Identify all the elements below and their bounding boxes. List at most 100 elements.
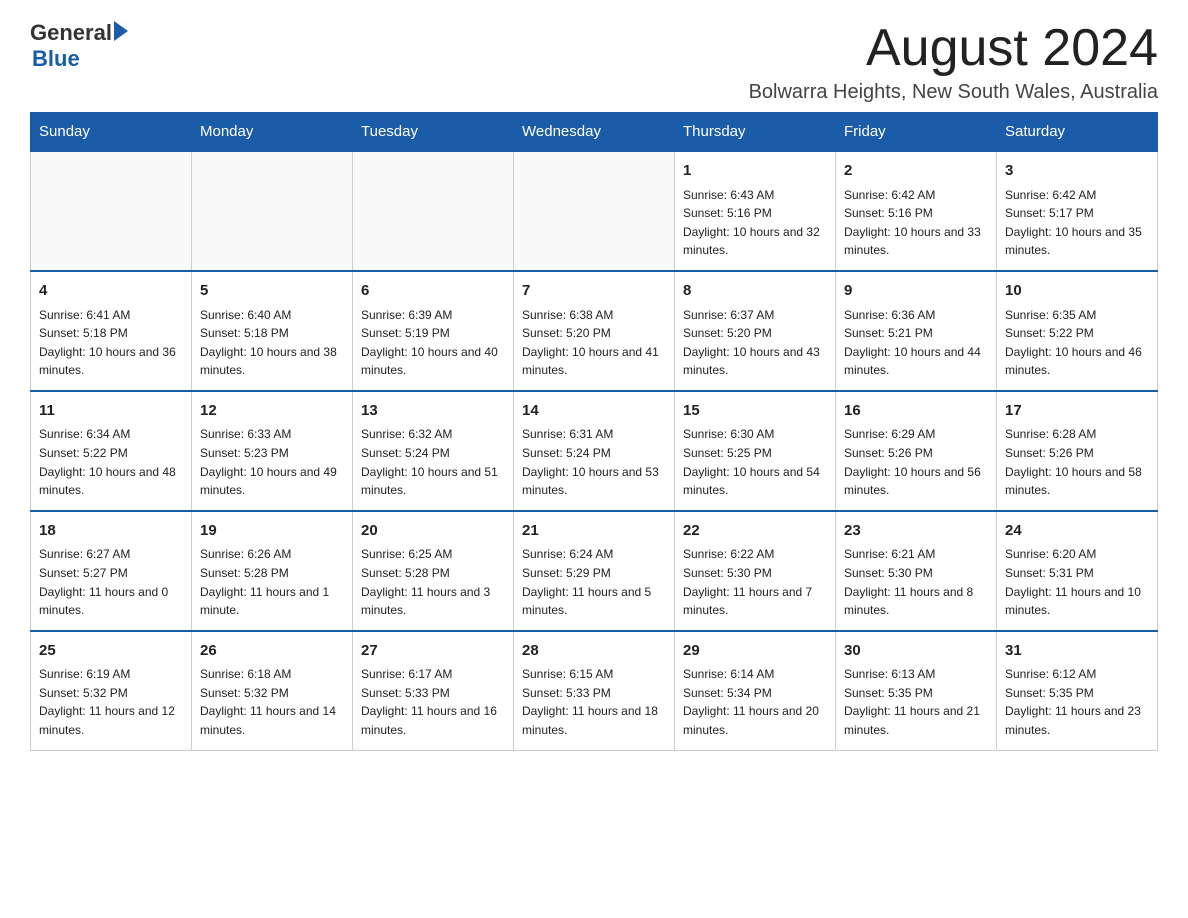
calendar-cell: 6 Sunrise: 6:39 AMSunset: 5:19 PMDaylight… (353, 271, 514, 391)
logo: General Blue (30, 20, 128, 72)
day-info: Sunrise: 6:22 AMSunset: 5:30 PMDaylight:… (683, 545, 827, 619)
day-info: Sunrise: 6:32 AMSunset: 5:24 PMDaylight:… (361, 425, 505, 499)
day-info: Sunrise: 6:13 AMSunset: 5:35 PMDaylight:… (844, 665, 988, 739)
calendar-cell: 29Sunrise: 6:14 AMSunset: 5:34 PMDayligh… (675, 631, 836, 750)
calendar-header-saturday: Saturday (997, 113, 1158, 152)
day-info: Sunrise: 6:12 AMSunset: 5:35 PMDaylight:… (1005, 665, 1149, 739)
calendar-cell: 27Sunrise: 6:17 AMSunset: 5:33 PMDayligh… (353, 631, 514, 750)
calendar-cell: 3 Sunrise: 6:42 AMSunset: 5:17 PMDaylight… (997, 151, 1158, 271)
calendar-cell: 25Sunrise: 6:19 AMSunset: 5:32 PMDayligh… (31, 631, 192, 750)
calendar-cell: 21Sunrise: 6:24 AMSunset: 5:29 PMDayligh… (514, 511, 675, 631)
calendar-cell: 20Sunrise: 6:25 AMSunset: 5:28 PMDayligh… (353, 511, 514, 631)
calendar-cell: 23Sunrise: 6:21 AMSunset: 5:30 PMDayligh… (836, 511, 997, 631)
calendar-cell: 10 Sunrise: 6:35 AMSunset: 5:22 PMDayligh… (997, 271, 1158, 391)
day-info: Sunrise: 6:34 AMSunset: 5:22 PMDaylight:… (39, 425, 183, 499)
day-number: 27 (361, 640, 505, 663)
day-info: Sunrise: 6:25 AMSunset: 5:28 PMDaylight:… (361, 545, 505, 619)
day-info: Sunrise: 6:42 AMSunset: 5:16 PMDaylight:… (844, 186, 988, 260)
day-number: 30 (844, 640, 988, 663)
calendar-header-monday: Monday (192, 113, 353, 152)
day-number: 14 (522, 400, 666, 423)
calendar-cell: 31Sunrise: 6:12 AMSunset: 5:35 PMDayligh… (997, 631, 1158, 750)
day-number: 1 (683, 160, 827, 183)
day-info: Sunrise: 6:31 AMSunset: 5:24 PMDaylight:… (522, 425, 666, 499)
location-title: Bolwarra Heights, New South Wales, Austr… (749, 81, 1158, 104)
day-number: 3 (1005, 160, 1149, 183)
title-area: August 2024 Bolwarra Heights, New South … (749, 20, 1158, 104)
day-number: 11 (39, 400, 183, 423)
day-info: Sunrise: 6:14 AMSunset: 5:34 PMDaylight:… (683, 665, 827, 739)
calendar-cell: 12Sunrise: 6:33 AMSunset: 5:23 PMDayligh… (192, 391, 353, 511)
day-info: Sunrise: 6:39 AMSunset: 5:19 PMDaylight:… (361, 306, 505, 380)
day-info: Sunrise: 6:43 AMSunset: 5:16 PMDaylight:… (683, 186, 827, 260)
day-info: Sunrise: 6:18 AMSunset: 5:32 PMDaylight:… (200, 665, 344, 739)
day-number: 12 (200, 400, 344, 423)
day-info: Sunrise: 6:36 AMSunset: 5:21 PMDaylight:… (844, 306, 988, 380)
day-number: 29 (683, 640, 827, 663)
calendar-cell: 14Sunrise: 6:31 AMSunset: 5:24 PMDayligh… (514, 391, 675, 511)
day-number: 18 (39, 520, 183, 543)
calendar-cell: 18Sunrise: 6:27 AMSunset: 5:27 PMDayligh… (31, 511, 192, 631)
calendar-cell: 28Sunrise: 6:15 AMSunset: 5:33 PMDayligh… (514, 631, 675, 750)
calendar-cell: 16Sunrise: 6:29 AMSunset: 5:26 PMDayligh… (836, 391, 997, 511)
day-number: 8 (683, 280, 827, 303)
day-number: 25 (39, 640, 183, 663)
calendar-cell: 9 Sunrise: 6:36 AMSunset: 5:21 PMDaylight… (836, 271, 997, 391)
day-info: Sunrise: 6:19 AMSunset: 5:32 PMDaylight:… (39, 665, 183, 739)
logo-arrow-icon (114, 21, 128, 41)
day-number: 22 (683, 520, 827, 543)
calendar-cell: 8 Sunrise: 6:37 AMSunset: 5:20 PMDaylight… (675, 271, 836, 391)
day-number: 16 (844, 400, 988, 423)
calendar-cell (192, 151, 353, 271)
day-number: 6 (361, 280, 505, 303)
day-number: 28 (522, 640, 666, 663)
day-info: Sunrise: 6:37 AMSunset: 5:20 PMDaylight:… (683, 306, 827, 380)
calendar-cell (31, 151, 192, 271)
calendar-cell: 24Sunrise: 6:20 AMSunset: 5:31 PMDayligh… (997, 511, 1158, 631)
day-info: Sunrise: 6:38 AMSunset: 5:20 PMDaylight:… (522, 306, 666, 380)
day-number: 2 (844, 160, 988, 183)
day-number: 19 (200, 520, 344, 543)
day-number: 31 (1005, 640, 1149, 663)
calendar-cell: 7Sunrise: 6:38 AMSunset: 5:20 PMDaylight… (514, 271, 675, 391)
calendar-cell: 5Sunrise: 6:40 AMSunset: 5:18 PMDaylight… (192, 271, 353, 391)
calendar-cell (514, 151, 675, 271)
day-info: Sunrise: 6:15 AMSunset: 5:33 PMDaylight:… (522, 665, 666, 739)
calendar-header-wednesday: Wednesday (514, 113, 675, 152)
calendar-cell: 15Sunrise: 6:30 AMSunset: 5:25 PMDayligh… (675, 391, 836, 511)
day-info: Sunrise: 6:29 AMSunset: 5:26 PMDaylight:… (844, 425, 988, 499)
day-number: 5 (200, 280, 344, 303)
day-info: Sunrise: 6:26 AMSunset: 5:28 PMDaylight:… (200, 545, 344, 619)
calendar-header-friday: Friday (836, 113, 997, 152)
calendar-cell: 11Sunrise: 6:34 AMSunset: 5:22 PMDayligh… (31, 391, 192, 511)
day-number: 9 (844, 280, 988, 303)
day-info: Sunrise: 6:20 AMSunset: 5:31 PMDaylight:… (1005, 545, 1149, 619)
day-number: 20 (361, 520, 505, 543)
page-header: General Blue August 2024 Bolwarra Height… (30, 20, 1158, 104)
day-number: 13 (361, 400, 505, 423)
day-info: Sunrise: 6:24 AMSunset: 5:29 PMDaylight:… (522, 545, 666, 619)
calendar-header-tuesday: Tuesday (353, 113, 514, 152)
day-info: Sunrise: 6:33 AMSunset: 5:23 PMDaylight:… (200, 425, 344, 499)
calendar-cell: 17Sunrise: 6:28 AMSunset: 5:26 PMDayligh… (997, 391, 1158, 511)
day-info: Sunrise: 6:42 AMSunset: 5:17 PMDaylight:… (1005, 186, 1149, 260)
calendar-cell (353, 151, 514, 271)
calendar-table: SundayMondayTuesdayWednesdayThursdayFrid… (30, 112, 1158, 750)
calendar-header-thursday: Thursday (675, 113, 836, 152)
calendar-cell: 1 Sunrise: 6:43 AMSunset: 5:16 PMDaylight… (675, 151, 836, 271)
day-info: Sunrise: 6:17 AMSunset: 5:33 PMDaylight:… (361, 665, 505, 739)
calendar-cell: 30Sunrise: 6:13 AMSunset: 5:35 PMDayligh… (836, 631, 997, 750)
day-number: 23 (844, 520, 988, 543)
calendar-cell: 26Sunrise: 6:18 AMSunset: 5:32 PMDayligh… (192, 631, 353, 750)
day-info: Sunrise: 6:35 AMSunset: 5:22 PMDaylight:… (1005, 306, 1149, 380)
logo-blue: Blue (32, 46, 128, 72)
day-info: Sunrise: 6:21 AMSunset: 5:30 PMDaylight:… (844, 545, 988, 619)
calendar-cell: 4Sunrise: 6:41 AMSunset: 5:18 PMDaylight… (31, 271, 192, 391)
calendar-cell: 19Sunrise: 6:26 AMSunset: 5:28 PMDayligh… (192, 511, 353, 631)
day-info: Sunrise: 6:30 AMSunset: 5:25 PMDaylight:… (683, 425, 827, 499)
day-info: Sunrise: 6:28 AMSunset: 5:26 PMDaylight:… (1005, 425, 1149, 499)
day-info: Sunrise: 6:41 AMSunset: 5:18 PMDaylight:… (39, 306, 183, 380)
day-number: 26 (200, 640, 344, 663)
day-number: 10 (1005, 280, 1149, 303)
day-info: Sunrise: 6:27 AMSunset: 5:27 PMDaylight:… (39, 545, 183, 619)
